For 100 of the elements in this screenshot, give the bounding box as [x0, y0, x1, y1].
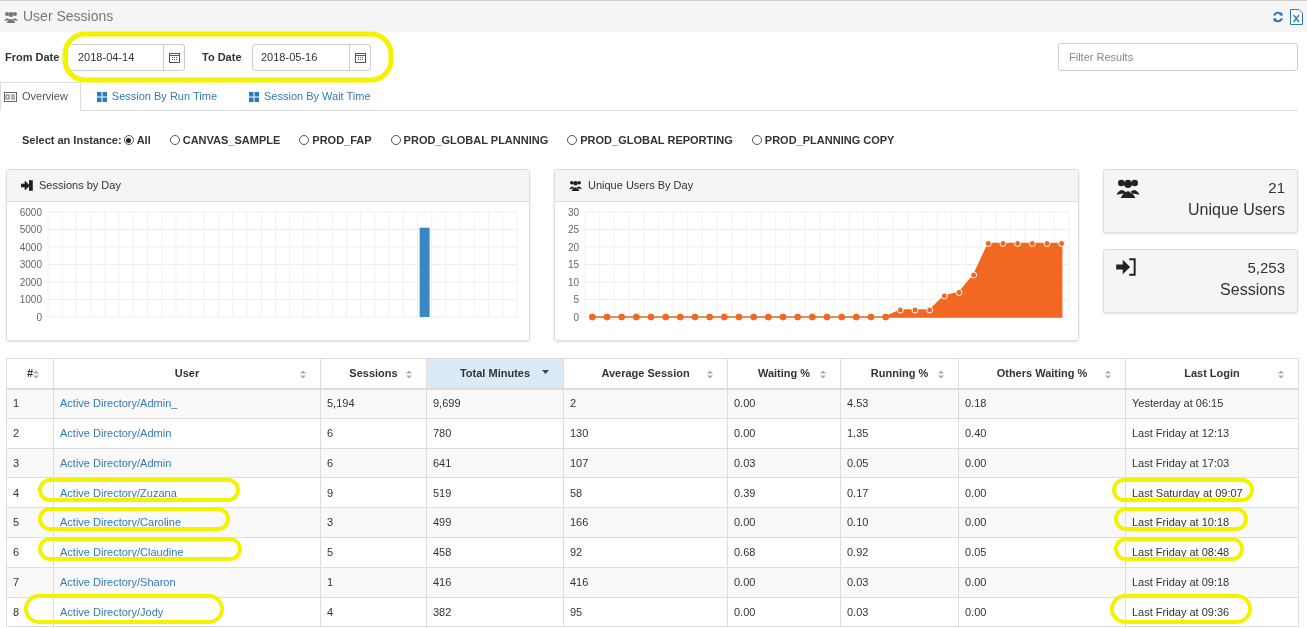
- data-point: [647, 313, 655, 321]
- table-cell: 3: [320, 507, 427, 538]
- stat-label: Sessions: [1220, 280, 1285, 300]
- table-cell: 2: [563, 388, 728, 419]
- table-cell: 416: [426, 567, 564, 598]
- sort-icon[interactable]: [707, 370, 713, 379]
- axis-label: 0: [573, 311, 579, 323]
- table-cell: 0.00: [727, 597, 841, 627]
- data-point: [999, 240, 1007, 247]
- axis-label: 15: [567, 259, 579, 270]
- table-cell: 0.03: [840, 597, 959, 627]
- data-point: [926, 306, 934, 314]
- instance-radio[interactable]: CANVAS_SAMPLE: [169, 131, 281, 149]
- sort-icon[interactable]: [938, 370, 944, 379]
- tab[interactable]: Session By Run Time: [80, 82, 233, 111]
- table-cell: 0.05: [840, 448, 959, 478]
- column-header[interactable]: User: [53, 358, 321, 389]
- sort-icon[interactable]: [1278, 370, 1284, 379]
- table-cell: 6: [320, 448, 427, 478]
- table-cell: 107: [563, 448, 728, 478]
- refresh-icon[interactable]: [1272, 10, 1284, 23]
- from-date-field[interactable]: 2018-04-14: [67, 43, 185, 71]
- column-header[interactable]: Waiting %: [727, 358, 841, 389]
- data-point: [662, 313, 670, 321]
- column-header[interactable]: Average Session: [563, 358, 728, 389]
- radio-button[interactable]: [390, 135, 401, 145]
- table-cell: 0.00: [958, 567, 1126, 598]
- grid-icon: [96, 91, 107, 102]
- data-point: [1028, 240, 1036, 247]
- data-point: [1058, 240, 1066, 247]
- calendar-icon[interactable]: [168, 51, 180, 63]
- table-cell: 0.00: [958, 448, 1126, 478]
- table-cell: 780: [426, 418, 564, 449]
- sort-descending-icon[interactable]: [542, 370, 549, 374]
- column-header[interactable]: Total Minutes: [426, 358, 564, 389]
- panel-title: Unique Users By Day: [588, 178, 694, 194]
- instance-radio[interactable]: PROD_GLOBAL REPORTING: [567, 131, 733, 149]
- column-header[interactable]: #: [6, 358, 54, 389]
- table-cell: 5,194: [320, 388, 427, 419]
- table-cell: 0.18: [958, 388, 1126, 419]
- table-cell: 0.03: [840, 567, 959, 598]
- radio-button[interactable]: [123, 135, 134, 145]
- excel-export-icon[interactable]: [1290, 8, 1303, 25]
- radio-button[interactable]: [751, 135, 762, 145]
- table-cell: 5: [6, 507, 54, 538]
- table-cell: 519: [426, 477, 564, 508]
- table-cell: 6: [320, 418, 427, 449]
- tab[interactable]: Session By Wait Time: [233, 82, 387, 111]
- instance-radio[interactable]: All: [123, 131, 151, 149]
- column-header[interactable]: Last Login: [1125, 358, 1299, 389]
- data-point: [632, 313, 640, 321]
- user-link[interactable]: Active Directory/Caroline: [60, 516, 182, 529]
- table-cell: 0.92: [840, 537, 959, 568]
- instance-radio[interactable]: PROD_FAP: [299, 131, 372, 149]
- column-header[interactable]: Others Waiting %: [958, 358, 1126, 389]
- axis-label: 25: [567, 224, 579, 235]
- instance-radio[interactable]: PROD_PLANNING COPY: [751, 131, 895, 149]
- user-link[interactable]: Active Directory/Zuzana: [60, 486, 177, 499]
- column-header[interactable]: Sessions: [320, 358, 427, 389]
- users-icon: [569, 180, 582, 191]
- sort-icon[interactable]: [1105, 370, 1111, 379]
- user-link[interactable]: Active Directory/Admin_: [60, 397, 178, 410]
- data-point: [808, 313, 816, 321]
- user-link[interactable]: Active Directory/Jody: [60, 605, 164, 618]
- grid-icon: [249, 91, 259, 102]
- table-cell: 2: [6, 418, 54, 449]
- data-point: [779, 313, 787, 321]
- user-link[interactable]: Active Directory/Claudine: [60, 546, 184, 559]
- calendar-icon[interactable]: [354, 51, 366, 63]
- instance-radio[interactable]: PROD_GLOBAL PLANNING: [390, 131, 549, 149]
- user-link[interactable]: Active Directory/Admin: [60, 456, 172, 469]
- data-point: [588, 313, 596, 321]
- axis-label: 10: [567, 276, 579, 288]
- table-cell: Last Friday at 17:03: [1125, 448, 1299, 478]
- user-link[interactable]: Active Directory/Sharon: [60, 575, 176, 588]
- sort-icon[interactable]: [300, 370, 306, 379]
- table-cell: 166: [563, 507, 728, 538]
- user-link[interactable]: Active Directory/Admin: [60, 426, 172, 439]
- to-date-label: To Date: [202, 49, 243, 65]
- table-cell: 7: [6, 567, 54, 598]
- tab[interactable]: Overview: [0, 82, 81, 111]
- table-cell: 4.53: [840, 388, 959, 419]
- table-cell: 0.00: [727, 418, 841, 449]
- axis-label: 5: [573, 294, 579, 305]
- sort-icon[interactable]: [406, 370, 412, 379]
- data-point: [750, 313, 758, 321]
- sort-icon[interactable]: [33, 370, 39, 379]
- radio-button[interactable]: [567, 135, 578, 145]
- sign-in-icon: [21, 180, 33, 191]
- table-cell: 0.00: [727, 567, 841, 598]
- radio-button[interactable]: [299, 135, 310, 145]
- to-date-field[interactable]: 2018-05-16: [252, 43, 371, 71]
- sort-icon[interactable]: [820, 370, 826, 379]
- table-cell: 9: [320, 477, 427, 508]
- radio-button[interactable]: [169, 135, 180, 145]
- column-header[interactable]: Running %: [840, 358, 959, 389]
- data-point: [852, 313, 860, 321]
- filter-field[interactable]: Filter Results: [1058, 43, 1298, 71]
- data-point: [618, 313, 626, 321]
- table-cell: 1: [6, 388, 54, 419]
